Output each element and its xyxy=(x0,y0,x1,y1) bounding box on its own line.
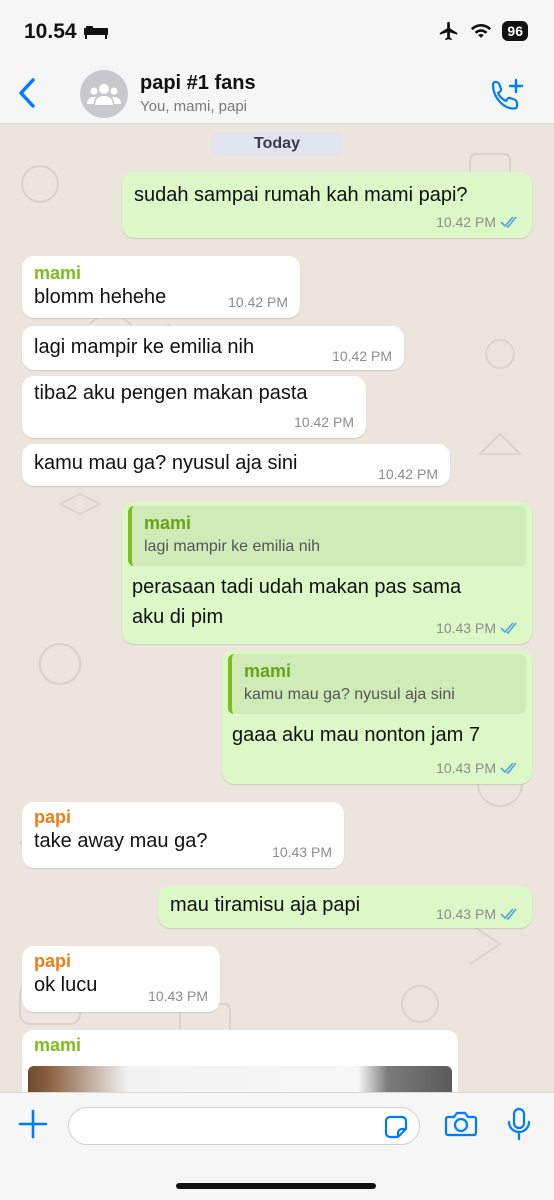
message-time: 10.42 PM xyxy=(378,466,438,482)
message-time: 10.43 PM xyxy=(436,620,496,636)
read-ticks-icon xyxy=(500,622,517,634)
message-bubble-outgoing[interactable]: mami kamu mau ga? nyusul aja sini gaaa a… xyxy=(222,650,532,784)
chat-participants[interactable]: You, mami, papi xyxy=(140,98,247,115)
microphone-icon[interactable] xyxy=(506,1107,532,1141)
message-time: 10.42 PM xyxy=(294,414,354,430)
bed-icon xyxy=(84,26,109,39)
message-bubble-incoming[interactable]: kamu mau ga? nyusul aja sini 10.42 PM xyxy=(22,444,450,486)
message-meta: 10.42 PM xyxy=(228,294,288,310)
message-text: tiba2 aku pengen makan pasta xyxy=(34,382,308,404)
message-time: 10.43 PM xyxy=(436,906,496,922)
group-icon xyxy=(87,84,121,105)
top-bar: 10.54 96 papi #1 fans You, mami, papi xyxy=(0,0,554,124)
message-bubble-outgoing[interactable]: mau tiramisu aja papi 10.43 PM xyxy=(158,886,532,928)
message-meta: 10.43 PM xyxy=(272,844,332,860)
group-avatar[interactable] xyxy=(80,70,128,118)
camera-icon[interactable] xyxy=(444,1109,478,1139)
message-bubble-incoming[interactable]: tiba2 aku pengen makan pasta 10.42 PM xyxy=(22,376,366,438)
chat-title[interactable]: papi #1 fans xyxy=(140,72,256,95)
message-meta: 10.43 PM xyxy=(436,760,520,776)
read-ticks-icon xyxy=(500,216,517,228)
plus-icon[interactable] xyxy=(18,1109,48,1139)
message-text: gaaa aku mau nonton jam 7 xyxy=(232,724,480,746)
date-separator: Today xyxy=(211,132,343,156)
battery-indicator: 96 xyxy=(502,21,528,41)
message-meta: 10.43 PM xyxy=(436,620,520,636)
quoted-message[interactable]: mami lagi mampir ke emilia nih xyxy=(128,506,526,566)
message-bubble-outgoing[interactable]: sudah sampai rumah kah mami papi? 10.42 … xyxy=(122,172,532,238)
quoted-author: mami xyxy=(244,661,292,681)
wifi-icon xyxy=(471,24,492,38)
home-indicator xyxy=(176,1183,376,1189)
message-bubble-incoming[interactable]: mami xyxy=(22,1030,458,1092)
message-meta: 10.42 PM xyxy=(378,466,438,482)
message-input[interactable] xyxy=(68,1107,420,1145)
message-time: 10.43 PM xyxy=(148,988,208,1004)
quoted-text: kamu mau ga? nyusul aja sini xyxy=(244,686,455,703)
message-list[interactable]: Today sudah sampai rumah kah mami papi? … xyxy=(0,124,554,1092)
status-icons: 96 xyxy=(438,20,528,42)
message-time: 10.42 PM xyxy=(228,294,288,310)
quoted-text: lagi mampir ke emilia nih xyxy=(144,538,321,555)
message-bubble-incoming[interactable]: papi ok lucu 10.43 PM xyxy=(22,946,220,1012)
message-text: sudah sampai rumah kah mami papi? xyxy=(134,184,468,206)
message-sender: mami xyxy=(34,1035,82,1055)
message-meta: 10.42 PM xyxy=(294,414,354,430)
read-ticks-icon xyxy=(500,908,517,920)
message-photo[interactable] xyxy=(28,1066,452,1092)
message-meta: 10.43 PM xyxy=(148,988,208,1004)
add-call-icon[interactable] xyxy=(490,78,524,112)
message-meta: 10.42 PM xyxy=(332,348,392,364)
message-meta: 10.43 PM xyxy=(436,906,520,922)
message-time: 10.43 PM xyxy=(436,760,496,776)
message-bubble-incoming[interactable]: lagi mampir ke emilia nih 10.42 PM xyxy=(22,326,404,370)
message-time: 10.42 PM xyxy=(436,214,496,230)
airplane-icon xyxy=(440,21,458,41)
back-chevron-icon[interactable] xyxy=(14,74,40,112)
quoted-author: mami xyxy=(144,513,192,533)
message-text-line: perasaan tadi udah makan pas sama xyxy=(132,576,462,598)
message-bubble-outgoing[interactable]: mami lagi mampir ke emilia nih perasaan … xyxy=(122,502,532,644)
status-time: 10.54 xyxy=(24,20,109,44)
message-time: 10.43 PM xyxy=(272,844,332,860)
sticker-icon[interactable] xyxy=(384,1115,408,1139)
message-bubble-incoming[interactable]: papi take away mau ga? 10.43 PM xyxy=(22,802,344,868)
message-meta: 10.42 PM xyxy=(436,214,520,230)
quoted-message[interactable]: mami kamu mau ga? nyusul aja sini xyxy=(228,654,526,714)
message-bubble-incoming[interactable]: mami blomm hehehe 10.42 PM xyxy=(22,256,300,318)
message-time: 10.42 PM xyxy=(332,348,392,364)
read-ticks-icon xyxy=(500,762,517,774)
